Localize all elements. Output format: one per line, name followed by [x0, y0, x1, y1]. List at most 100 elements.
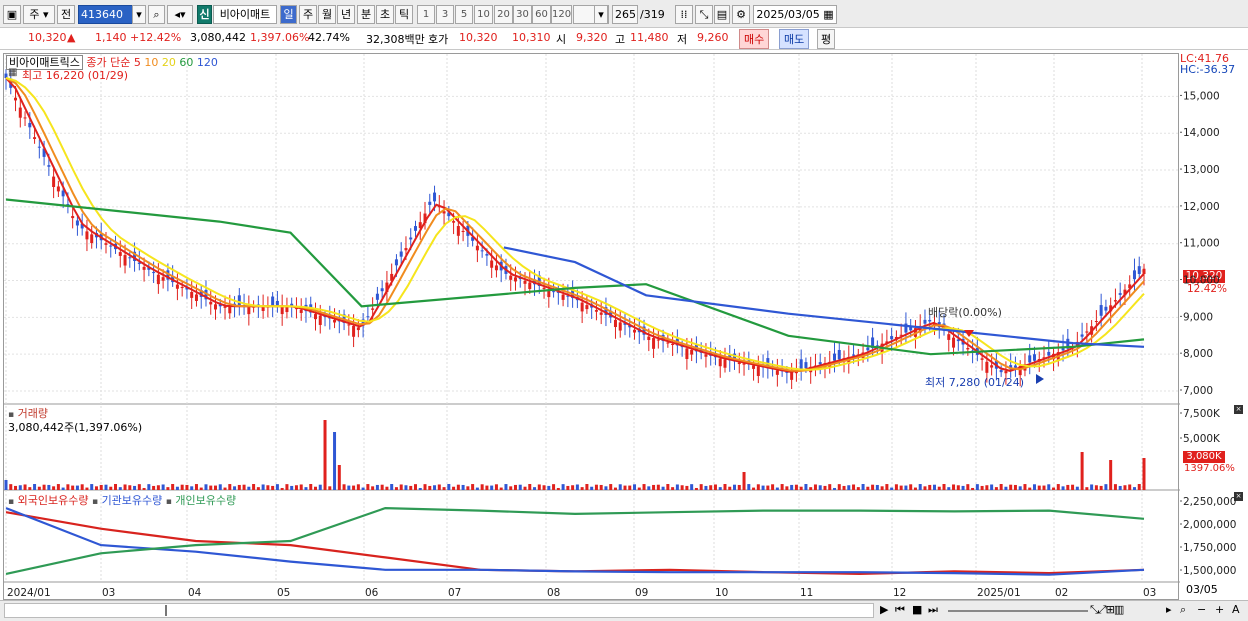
volume-bar — [799, 486, 803, 490]
sell-button[interactable]: 매도 — [779, 29, 810, 49]
market-type-select[interactable]: 주 ▾ — [23, 5, 55, 24]
candle-body — [18, 107, 22, 118]
volume-bar — [428, 485, 432, 490]
volume-bar — [361, 487, 365, 490]
volume-bar — [304, 487, 308, 490]
volume-bar — [1118, 485, 1122, 490]
candle-body — [837, 349, 841, 360]
count-input[interactable]: 265 — [612, 5, 638, 24]
scroll-right-icon[interactable]: ▸ — [1166, 603, 1172, 616]
chevron-down-icon[interactable]: ▾ — [132, 5, 146, 24]
candle-body — [718, 358, 722, 367]
horizontal-scrollbar[interactable] — [4, 603, 874, 618]
volume-bar — [1113, 484, 1117, 490]
period-tick-tab[interactable]: 틱 — [395, 5, 413, 24]
volume-bar — [233, 486, 237, 490]
draw-tools-icon[interactable]: ⤡⤢⊞▥ — [1090, 603, 1124, 617]
plus-icon[interactable]: + — [1215, 603, 1224, 616]
period-day-tab[interactable]: 일 — [280, 5, 297, 24]
speaker-icon[interactable]: ◂▾ — [167, 5, 193, 24]
candle-body — [656, 339, 660, 341]
candle-body — [352, 325, 356, 337]
x-axis-label: 2024/01 — [7, 587, 51, 599]
ma120-label: 120 — [196, 56, 218, 69]
play-icon[interactable]: ▶ — [880, 603, 888, 616]
period-year-tab[interactable]: 년 — [337, 5, 355, 24]
volume-bar — [704, 485, 708, 490]
scroll-thumb[interactable] — [165, 605, 167, 616]
step-5-button[interactable]: 5 — [455, 5, 473, 24]
volume-bar — [204, 484, 208, 490]
volume-bar — [523, 486, 527, 490]
turnover-rate: 42.74% — [308, 31, 350, 44]
step-10-button[interactable]: 10 — [474, 5, 493, 24]
step-30-button[interactable]: 30 — [513, 5, 532, 24]
volume-bar — [1137, 484, 1141, 490]
buy-button[interactable]: 매수 — [739, 29, 770, 49]
period-month-tab[interactable]: 월 — [318, 5, 336, 24]
volume-bar — [880, 486, 884, 490]
volume-bar — [728, 486, 732, 490]
grid-icon[interactable]: ⁞⁞ — [675, 5, 693, 24]
chart-canvas[interactable]: 2024/01 03 04 05 06 07 08 09 10 11 12 2025/01 02 03 — [4, 54, 1180, 601]
min-arrow-icon — [1036, 374, 1044, 384]
chart-settings-icon[interactable]: ▦ — [8, 67, 17, 78]
price-axis-label: 8,000 — [1183, 348, 1213, 360]
date-input[interactable]: 2025/03/05 ▦ — [753, 5, 837, 24]
step-20-button[interactable]: 20 — [494, 5, 513, 24]
step-120-button[interactable]: 120 — [551, 5, 572, 24]
stop-icon[interactable]: ■ — [912, 603, 922, 616]
candle-body — [456, 226, 460, 236]
foreign-holding-label[interactable]: 외국인보유수량 — [18, 494, 89, 507]
volume-bar — [171, 484, 175, 490]
window-icon[interactable]: ▣ — [3, 5, 21, 24]
candle-body — [461, 230, 465, 232]
volume-bar — [952, 484, 956, 490]
volume-bar — [966, 484, 970, 490]
x-axis-label: 05 — [277, 587, 290, 599]
candle-body — [833, 353, 837, 361]
period-second-tab[interactable]: 초 — [376, 5, 394, 24]
candle-body — [790, 371, 794, 380]
price-axis-label: 9,000 — [1183, 311, 1213, 323]
price-axis-label: 11,000 — [1183, 238, 1220, 250]
stock-name-field[interactable]: 비아이매트 — [213, 5, 277, 24]
candle-body — [647, 336, 651, 340]
zoom-icon[interactable]: ⌕ — [1180, 603, 1186, 617]
candle-body — [413, 226, 417, 231]
volume-bar — [990, 484, 994, 490]
volume-bar — [56, 484, 60, 490]
volume-bar — [109, 486, 113, 490]
average-button[interactable]: 평 — [817, 29, 836, 49]
prev-button[interactable]: 전 — [57, 5, 75, 24]
prev-end-icon[interactable]: ⏮ — [895, 603, 905, 617]
step-3-button[interactable]: 3 — [436, 5, 454, 24]
volume-bar — [504, 484, 508, 490]
calendar-icon[interactable]: ▦ — [823, 8, 833, 21]
open-price: 9,320 — [576, 31, 608, 44]
volume-bar — [294, 485, 298, 490]
search-icon[interactable]: ⌕ — [148, 5, 165, 24]
chevron-down-icon[interactable]: ▾ — [594, 5, 608, 24]
volume-bar — [537, 484, 541, 490]
x-axis-label: 07 — [448, 587, 461, 599]
institution-holding-label[interactable]: 기관보유수량 — [102, 494, 163, 507]
step-1-button[interactable]: 1 — [417, 5, 435, 24]
volume-bar — [42, 484, 46, 490]
candle-body — [585, 305, 589, 310]
gear-icon[interactable]: ⚙ — [732, 5, 750, 24]
minus-icon[interactable]: − — [1197, 603, 1206, 616]
individual-holding-label[interactable]: 개인보유수량 — [175, 494, 236, 507]
volume-bar — [790, 484, 794, 490]
next-end-icon[interactable]: ⏭ — [928, 603, 938, 617]
period-minute-tab[interactable]: 분 — [357, 5, 375, 24]
chart-area[interactable]: 2024/01 03 04 05 06 07 08 09 10 11 12 2025/01 02 03 비… — [3, 53, 1180, 601]
candle-body — [271, 296, 275, 307]
step-60-button[interactable]: 60 — [532, 5, 551, 24]
candle-body — [123, 255, 127, 266]
save-icon[interactable]: ▤ — [714, 5, 730, 24]
period-week-tab[interactable]: 주 — [299, 5, 317, 24]
crosshair-icon[interactable]: ⤡ — [695, 5, 713, 24]
range-slider[interactable] — [948, 610, 1088, 612]
font-icon[interactable]: A — [1232, 603, 1240, 616]
